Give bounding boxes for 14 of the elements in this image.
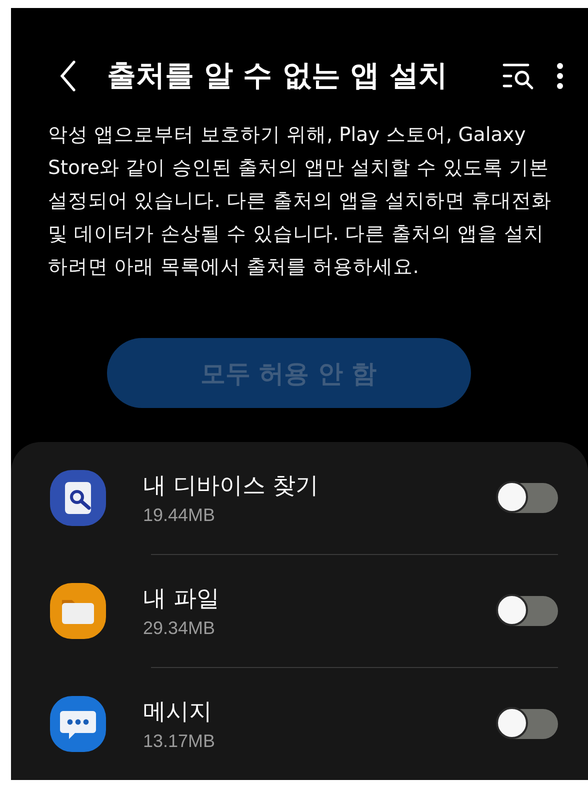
description-text: 악성 앱으로부터 보호하기 위해, Play 스토어, Galaxy Store와 같이 승인된 출처의 앱만 설치할 수 있도록 기본 설정되어 있습니다. 다른 출처의 앱을 설치하면 휴대전화 및 데이터가 손상될 수 있습니다. 다른 출처의 앱을 설치하려면 아래 목록에서 출처를 허용하세요. <box>48 122 552 280</box>
page-title: 출처를 알 수 없는 앱 설치 <box>107 57 448 94</box>
app-size: 29.34MB <box>143 618 216 639</box>
app-name: 내 파일 <box>143 585 220 614</box>
search-document-icon <box>49 469 107 527</box>
toggle-switch[interactable] <box>498 709 558 739</box>
toggle-switch[interactable] <box>498 483 558 513</box>
app-name: 메시지 <box>143 698 213 727</box>
toggle-switch[interactable] <box>498 596 558 626</box>
folder-icon <box>49 582 107 640</box>
app-name: 내 디바이스 찾기 <box>143 472 320 501</box>
chat-bubble-icon <box>49 695 107 753</box>
app-size: 19.44MB <box>143 505 216 526</box>
app-size: 13.17MB <box>143 731 216 752</box>
